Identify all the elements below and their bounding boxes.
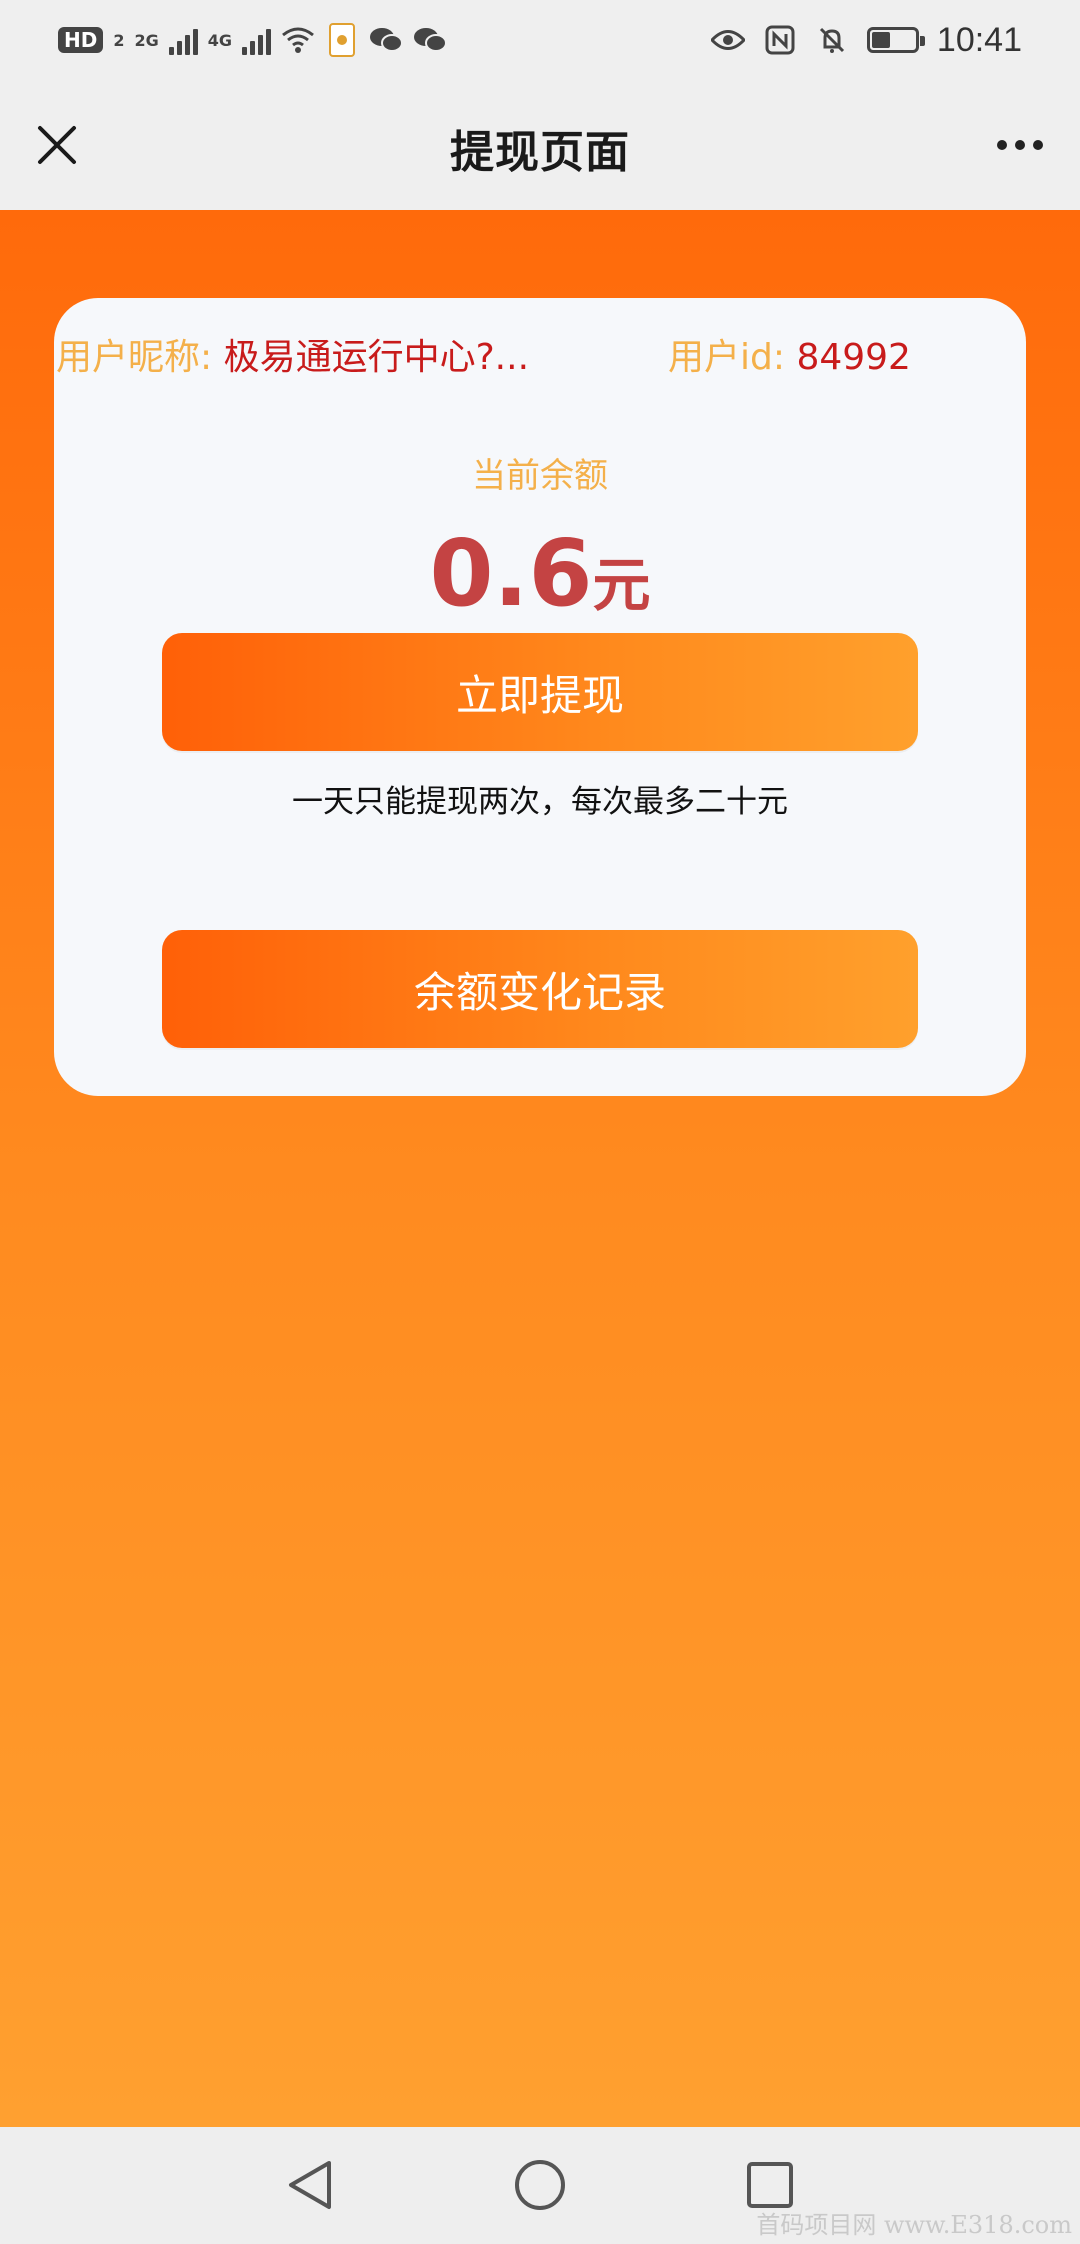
status-bar: HD 2 2G 4G 10:41 xyxy=(0,0,1080,80)
hd-sub: 2 xyxy=(113,30,125,50)
user-id-label: 用户id: xyxy=(668,337,797,378)
balance-value: 0.6 xyxy=(429,520,593,627)
bell-off-icon xyxy=(815,23,849,57)
sim-app-icon xyxy=(325,23,359,57)
network-2g-label: 2G xyxy=(134,30,159,50)
recents-icon xyxy=(747,2162,793,2208)
system-nav-bar: 首码项目网 www.E318.com xyxy=(0,2127,1080,2244)
nickname-value: 极易通运行中心?... xyxy=(223,337,530,378)
back-icon xyxy=(289,2161,331,2209)
status-left: HD 2 2G 4G xyxy=(58,18,448,62)
home-icon xyxy=(515,2160,565,2210)
nfc-icon xyxy=(763,23,797,57)
status-right: 10:41 xyxy=(710,18,1022,62)
withdraw-limit-note: 一天只能提现两次，每次最多二十元 xyxy=(292,784,788,820)
battery-icon xyxy=(866,27,925,53)
home-button[interactable] xyxy=(510,2155,570,2215)
balance-card: 用户昵称: 极易通运行中心?... 用户id: 84992 当前余额 0.6元 … xyxy=(54,298,1026,1096)
eye-icon xyxy=(710,23,745,57)
main-content: 用户昵称: 极易通运行中心?... 用户id: 84992 当前余额 0.6元 … xyxy=(0,210,1080,2127)
hd-icon: HD xyxy=(58,27,104,53)
network-4g-label: 4G xyxy=(207,30,233,50)
wechat-icon-2 xyxy=(413,23,448,57)
signal-icon-2 xyxy=(242,25,272,55)
nickname: 用户昵称: 极易通运行中心?... xyxy=(56,328,529,380)
watermark: 首码项目网 www.E318.com xyxy=(756,2211,1072,2239)
user-id: 用户id: 84992 xyxy=(668,328,911,380)
wifi-icon xyxy=(281,23,315,57)
wechat-icon xyxy=(369,23,404,57)
page-title: 提现页面 xyxy=(450,127,630,178)
user-info-row: 用户昵称: 极易通运行中心?... 用户id: 84992 xyxy=(54,328,1026,378)
balance-history-button[interactable]: 余额变化记录 xyxy=(162,930,918,1048)
user-id-value: 84992 xyxy=(796,337,911,378)
back-button[interactable] xyxy=(280,2155,340,2215)
status-time: 10:41 xyxy=(936,20,1022,59)
signal-icon xyxy=(168,25,198,55)
nav-bar: 提现页面 xyxy=(0,80,1080,210)
nickname-label: 用户昵称: xyxy=(56,337,224,378)
balance-label: 当前余额 xyxy=(472,456,608,496)
more-button[interactable] xyxy=(982,110,1058,180)
balance-unit: 元 xyxy=(592,551,651,619)
more-icon xyxy=(997,140,1007,150)
withdraw-button[interactable]: 立即提现 xyxy=(162,633,918,751)
balance-amount: 0.6元 xyxy=(54,520,1026,627)
